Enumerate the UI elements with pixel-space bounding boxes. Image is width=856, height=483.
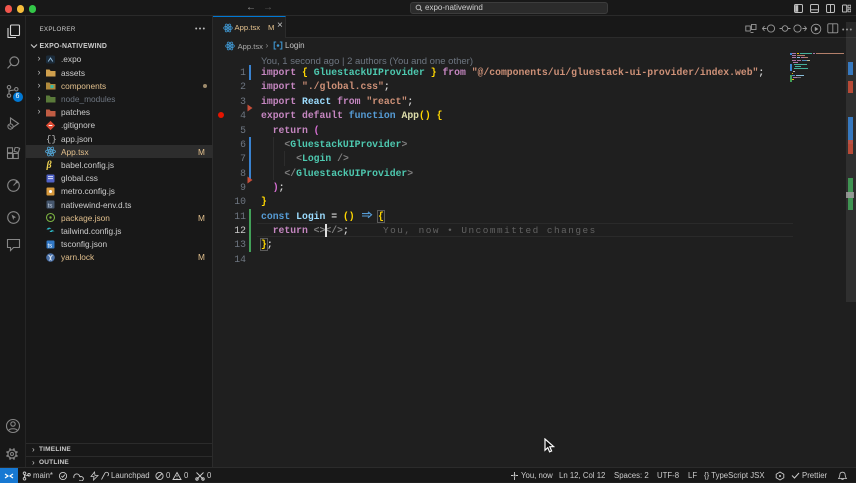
- svg-text:ts: ts: [48, 243, 53, 249]
- svg-text:β: β: [46, 160, 53, 170]
- svg-text:{}: {}: [46, 135, 56, 144]
- svg-text:ts: ts: [48, 203, 53, 209]
